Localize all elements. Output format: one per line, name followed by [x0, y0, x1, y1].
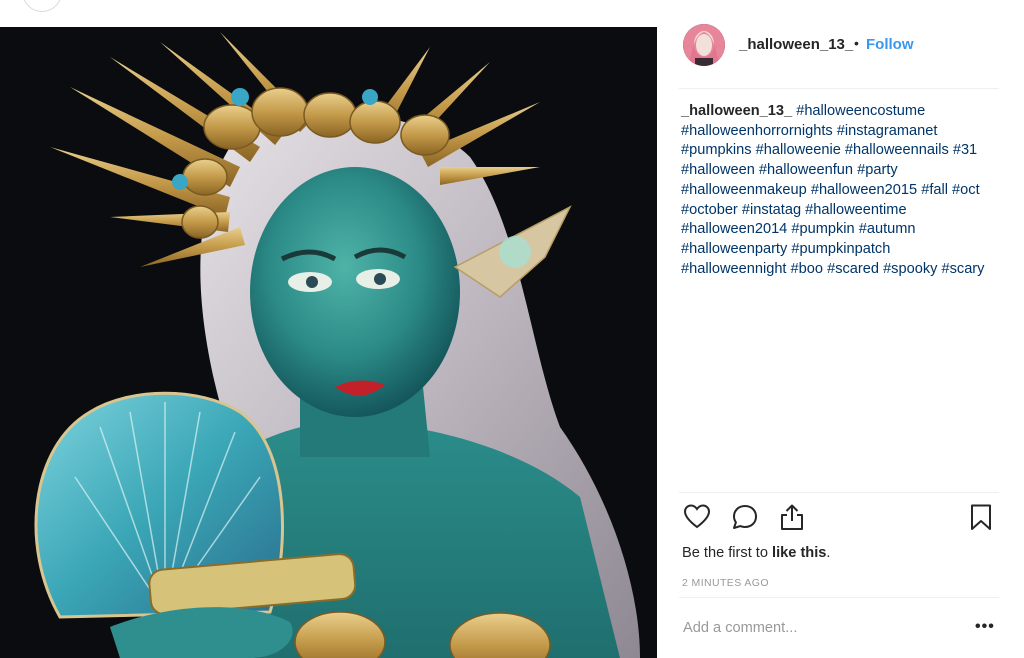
header-divider [679, 88, 999, 89]
hashtag-link[interactable]: #october [681, 202, 738, 218]
hashtag-link[interactable]: #halloweenparty [681, 241, 787, 257]
hashtag-link[interactable]: #halloweennails [845, 142, 949, 158]
heart-icon [683, 504, 711, 529]
hashtag-link[interactable]: #halloweenhorrornights [681, 123, 833, 139]
share-upload-icon [781, 504, 803, 530]
likes-suffix: . [826, 545, 831, 561]
comment-bubble-icon [733, 505, 757, 529]
hashtag-link[interactable]: #halloweennight [681, 261, 786, 277]
comment-input[interactable] [683, 617, 943, 639]
username[interactable]: _halloween_13_ [739, 36, 853, 53]
hashtag-link[interactable]: #31 [953, 142, 977, 158]
post-photo[interactable] [0, 27, 657, 658]
post-timestamp[interactable]: 2 MINUTES AGO [682, 577, 769, 589]
action-bar [657, 500, 1024, 540]
hashtag-link[interactable]: #scary [941, 261, 984, 277]
hashtag-link[interactable]: #scared [827, 261, 879, 277]
hashtag-link[interactable]: #oct [952, 182, 980, 198]
hashtag-link[interactable]: #instagramanet [837, 123, 938, 139]
likes-prefix: Be the first to [682, 545, 768, 561]
mermaid-photo-illustration [0, 27, 657, 658]
bookmark-icon [971, 504, 991, 530]
post-caption: _halloween_13_ #halloweencostume #hallow… [681, 102, 991, 279]
actions-divider [679, 492, 999, 493]
hashtag-link[interactable]: #instatag [742, 202, 801, 218]
share-button[interactable] [778, 503, 808, 533]
hashtag-link[interactable]: #boo [791, 261, 823, 277]
caption-username[interactable]: _halloween_13_ [681, 103, 792, 119]
hashtag-link[interactable]: #autumn [859, 221, 916, 237]
comment-button[interactable] [731, 503, 761, 533]
hashtag-link[interactable]: #party [857, 162, 898, 178]
post-header: _halloween_13_ • Follow [657, 24, 1024, 88]
like-button[interactable] [683, 503, 713, 533]
hashtag-link[interactable]: #halloween [681, 162, 755, 178]
more-options-icon[interactable]: ••• [975, 618, 995, 636]
hashtag-link[interactable]: #halloweentime [805, 202, 906, 218]
hashtag-link[interactable]: #pumpkinpatch [791, 241, 890, 257]
avatar-image [683, 24, 725, 66]
hashtag-link[interactable]: #halloweenfun [759, 162, 853, 178]
hashtag-link[interactable]: #pumpkin [791, 221, 854, 237]
hashtag-link[interactable]: #fall [921, 182, 948, 198]
top-avatar-fragment [22, 0, 62, 12]
hashtag-link[interactable]: #halloween2014 [681, 221, 787, 237]
hashtag-link[interactable]: #halloweenmakeup [681, 182, 807, 198]
hashtag-link[interactable]: #halloween2015 [811, 182, 917, 198]
hashtag-link[interactable]: #halloweenie [756, 142, 841, 158]
likes-summary: Be the first to like this. [682, 545, 830, 561]
follow-button[interactable]: Follow [866, 36, 914, 53]
save-button[interactable] [967, 503, 997, 533]
user-avatar[interactable] [683, 24, 725, 66]
comment-divider [679, 597, 999, 598]
caption-hashtags: #halloweencostume #halloweenhorrornights… [681, 103, 984, 277]
separator-dot: • [854, 35, 859, 51]
post-side-panel: _halloween_13_ • Follow _halloween_13_ #… [657, 24, 1024, 658]
hashtag-link[interactable]: #spooky [883, 261, 937, 277]
top-bar [0, 0, 1024, 12]
like-this-link[interactable]: like this [772, 545, 826, 561]
hashtag-link[interactable]: #pumpkins [681, 142, 752, 158]
hashtag-link[interactable]: #halloweencostume [796, 103, 925, 119]
